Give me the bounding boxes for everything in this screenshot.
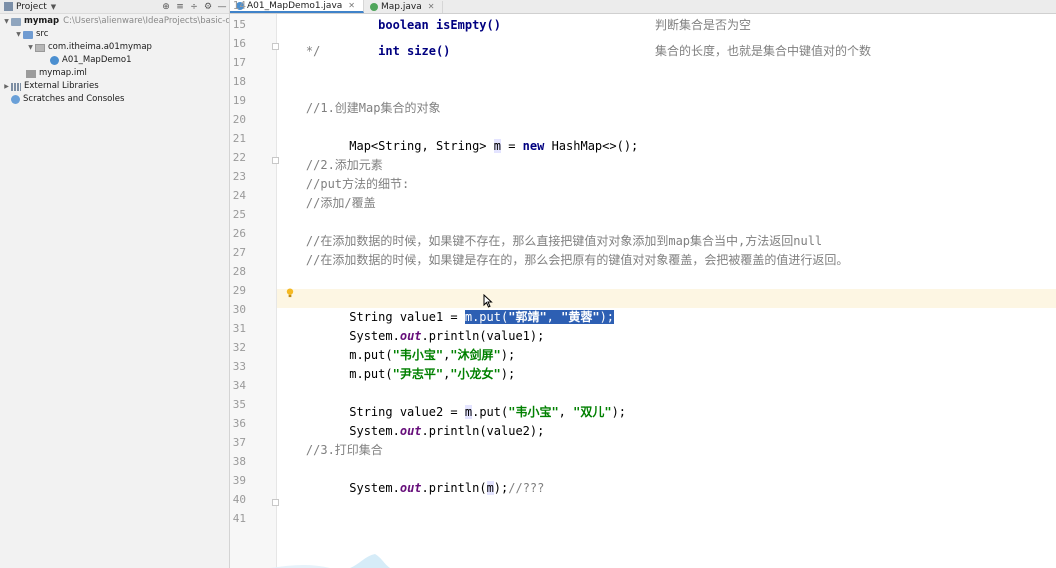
code-line-40: } bbox=[277, 498, 1056, 517]
tree-item-src[interactable]: ▼ src bbox=[0, 28, 229, 41]
tab-map-java[interactable]: Map.java ✕ bbox=[364, 1, 444, 13]
close-icon[interactable]: ✕ bbox=[348, 0, 355, 12]
gear-icon[interactable]: ⚙ bbox=[201, 2, 215, 12]
code-line-34: String value2 = m.put("韦小宝", "双儿"); bbox=[320, 405, 627, 419]
line-number: 15 bbox=[232, 18, 246, 31]
code-line-29: String value1 = m.put("郭靖", "黄蓉"); bbox=[277, 289, 1056, 324]
mouse-cursor-icon bbox=[483, 294, 493, 308]
line-number: 23 bbox=[232, 170, 246, 183]
line-number: 27 bbox=[232, 246, 246, 259]
expand-all-icon[interactable]: ≡ bbox=[173, 2, 187, 12]
code-line-20: Map<String, String> m = new HashMap<>(); bbox=[320, 139, 639, 153]
code-line-16: */ bbox=[277, 44, 321, 58]
source-folder-icon bbox=[23, 30, 33, 39]
line-number: 38 bbox=[232, 455, 246, 468]
code-line-30: System.out.println(value1); bbox=[320, 329, 545, 343]
line-number: 19 bbox=[232, 94, 246, 107]
fold-marker-icon[interactable] bbox=[272, 157, 279, 164]
line-number: 18 bbox=[232, 75, 246, 88]
tree-item-label: A01_MapDemo1 bbox=[62, 55, 132, 65]
line-number: 37 bbox=[232, 436, 246, 449]
line-number: 21 bbox=[232, 132, 246, 145]
line-number: 28 bbox=[232, 265, 246, 278]
lightbulb-icon[interactable] bbox=[286, 288, 294, 298]
tree-item-label: com.itheima.a01mymap bbox=[48, 42, 152, 52]
line-number: 24 bbox=[232, 189, 246, 202]
code-line-37: //3.打印集合 bbox=[277, 443, 383, 457]
line-number: 17 bbox=[232, 56, 246, 69]
line-numbers: 14 15 16 17 18 19 20 21 22 23 24 25 26 27 28 29 30 31 32 33… bbox=[230, 0, 294, 568]
editor-tab-bar: A01_MapDemo1.java ✕ Map.java ✕ bbox=[230, 0, 1056, 14]
code-line-27: //在添加数据的时候，如果键是存在的，那么会把原有的键值对对象覆盖，会把被覆盖的… bbox=[277, 253, 849, 267]
project-tool-window: Project ▼ ⊕ ≡ ÷ ⚙ — ▼ mymap C:\Users\ali… bbox=[0, 0, 230, 568]
module-folder-icon bbox=[11, 17, 21, 26]
chevron-down-icon[interactable]: ▼ bbox=[26, 41, 35, 54]
iml-file-icon bbox=[26, 69, 36, 78]
tab-label: Map.java bbox=[381, 2, 422, 12]
tree-item-label: src bbox=[36, 29, 49, 39]
chevron-down-icon[interactable]: ▼ bbox=[14, 28, 23, 41]
line-number: 36 bbox=[232, 417, 246, 430]
line-number: 14 bbox=[232, 0, 246, 12]
project-title[interactable]: Project bbox=[16, 2, 47, 12]
line-number: 22 bbox=[232, 151, 246, 164]
code-line-35: System.out.println(value2); bbox=[320, 424, 545, 438]
line-number: 16 bbox=[232, 37, 246, 50]
code-line-22: //2.添加元素 bbox=[277, 158, 383, 172]
chevron-right-icon[interactable]: ▶ bbox=[2, 80, 11, 93]
java-class-icon bbox=[50, 56, 59, 65]
dropdown-icon[interactable]: ▼ bbox=[51, 3, 56, 11]
interface-icon bbox=[370, 3, 378, 11]
line-number: 32 bbox=[232, 341, 246, 354]
locate-icon[interactable]: ⊕ bbox=[159, 2, 173, 12]
project-tree: ▼ mymap C:\Users\alienware\IdeaProjects\… bbox=[0, 15, 229, 106]
line-number: 30 bbox=[232, 303, 246, 316]
tree-item-external-libraries[interactable]: ▶ External Libraries bbox=[0, 80, 229, 93]
chevron-down-icon[interactable]: ▼ bbox=[2, 15, 11, 28]
line-number: 40 bbox=[232, 493, 246, 506]
line-number: 26 bbox=[232, 227, 246, 240]
tree-item-iml[interactable]: mymap.iml bbox=[0, 67, 229, 80]
line-number: 33 bbox=[232, 360, 246, 373]
code-line-24: //添加/覆盖 bbox=[277, 196, 376, 210]
hide-icon[interactable]: — bbox=[215, 2, 229, 12]
code-line-23: //put方法的细节: bbox=[277, 177, 410, 191]
package-icon bbox=[35, 43, 45, 52]
scratches-icon bbox=[11, 95, 20, 104]
project-header: Project ▼ ⊕ ≡ ÷ ⚙ — bbox=[0, 0, 229, 14]
fold-marker-icon[interactable] bbox=[272, 43, 279, 50]
code-line-19: //1.创建Map集合的对象 bbox=[277, 101, 441, 115]
line-number: 29 bbox=[232, 284, 246, 297]
code-line-26: //在添加数据的时候，如果键不存在，那么直接把键值对对象添加到map集合当中,方… bbox=[277, 234, 823, 248]
collapse-all-icon[interactable]: ÷ bbox=[187, 2, 201, 12]
tree-item-package[interactable]: ▼ com.itheima.a01mymap bbox=[0, 41, 229, 54]
code-line-38: System.out.println(m);//??? bbox=[320, 481, 545, 495]
tree-item-mymap[interactable]: ▼ mymap C:\Users\alienware\IdeaProjects\… bbox=[0, 15, 229, 28]
project-icon bbox=[4, 2, 13, 11]
tree-item-label: External Libraries bbox=[24, 81, 99, 91]
tree-item-scratches[interactable]: Scratches and Consoles bbox=[0, 93, 229, 106]
tree-item-label: Scratches and Consoles bbox=[23, 94, 125, 104]
libraries-icon bbox=[11, 82, 21, 91]
line-number: 35 bbox=[232, 398, 246, 411]
tree-item-label: mymap bbox=[24, 16, 60, 26]
close-icon[interactable]: ✕ bbox=[428, 1, 435, 13]
line-number: 25 bbox=[232, 208, 246, 221]
code-line-32: m.put("尹志平","小龙女"); bbox=[320, 367, 516, 381]
line-number: 41 bbox=[232, 512, 246, 525]
code-area[interactable]: boolean isEmpty() 判断集合是否为空 int size() 集合的长… bbox=[277, 0, 1056, 568]
tree-item-label: mymap.iml bbox=[39, 68, 87, 78]
line-number: 39 bbox=[232, 474, 246, 487]
tree-item-path: C:\Users\alienware\IdeaProjects\basic-co… bbox=[63, 16, 229, 26]
fold-marker-icon[interactable] bbox=[272, 499, 279, 506]
decorative-wave bbox=[270, 554, 390, 568]
code-editor[interactable]: boolean isEmpty() 判断集合是否为空 int size() 集合的长… bbox=[230, 0, 1056, 568]
line-number: 31 bbox=[232, 322, 246, 335]
tree-item-class[interactable]: A01_MapDemo1 bbox=[0, 54, 229, 67]
code-line-41: } bbox=[277, 517, 1056, 536]
code-line-31: m.put("韦小宝","沐剑屏"); bbox=[320, 348, 516, 362]
line-number: 20 bbox=[232, 113, 246, 126]
line-number: 34 bbox=[232, 379, 246, 392]
code-line-15: int size() 集合的长度，也就是集合中键值对的个数 bbox=[320, 44, 872, 58]
